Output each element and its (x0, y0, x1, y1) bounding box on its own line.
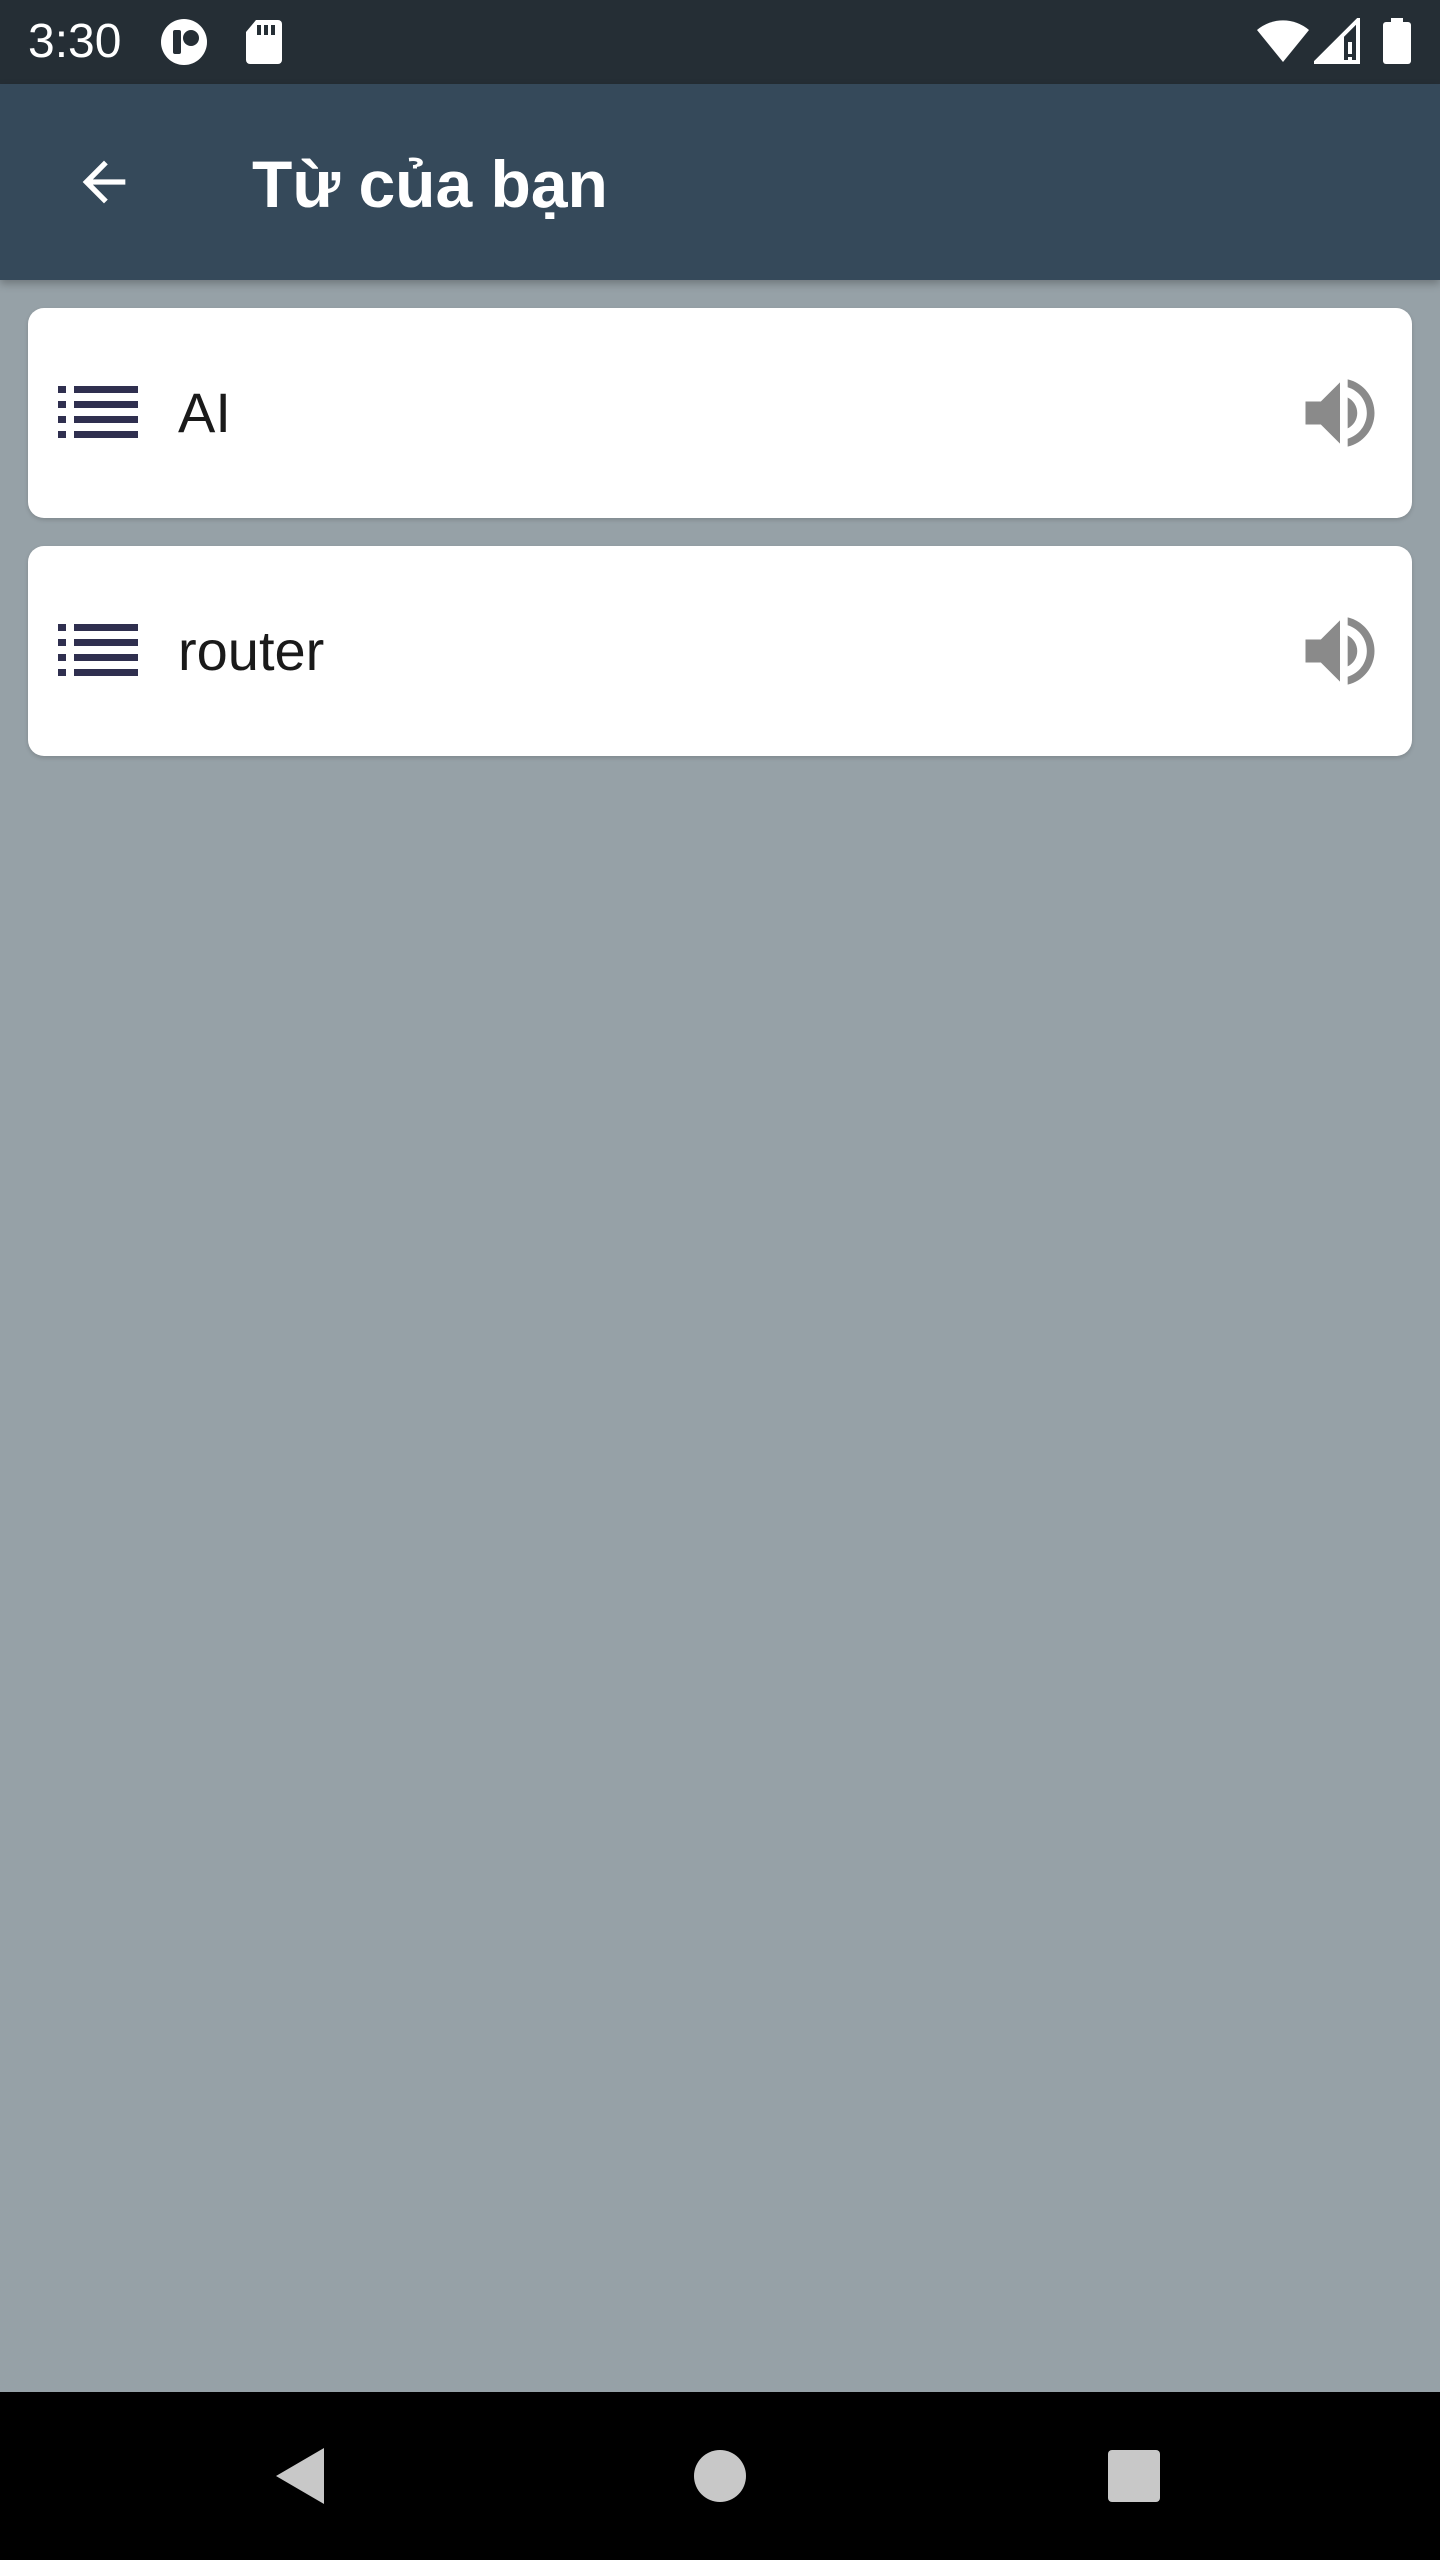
word-text: AI (178, 381, 231, 444)
back-triangle-icon (276, 2448, 324, 2504)
status-time: 3:30 (28, 15, 122, 68)
word-item-ai[interactable]: AI (28, 308, 1412, 518)
system-navigation-bar (0, 2392, 1440, 2560)
recents-square-icon (1108, 2450, 1160, 2502)
app-notification-icon (160, 18, 212, 66)
volume-up-icon (1305, 617, 1375, 685)
home-circle-icon (694, 2450, 746, 2502)
back-button[interactable] (44, 122, 164, 242)
nav-recents-button[interactable] (1084, 2426, 1184, 2526)
word-text: router (178, 619, 325, 682)
word-item-router[interactable]: router (28, 546, 1412, 756)
speaker-button[interactable] (1290, 363, 1390, 463)
speaker-button[interactable] (1290, 601, 1390, 701)
list-icon (58, 384, 138, 440)
battery-icon (1382, 18, 1412, 64)
app-bar: Từ của bạn (0, 84, 1440, 280)
cellular-signal-icon (1311, 15, 1360, 64)
arrow-back-icon (82, 160, 126, 204)
nav-home-button[interactable] (670, 2426, 770, 2526)
word-list: AI router (28, 308, 1412, 784)
nav-back-button[interactable] (250, 2426, 350, 2526)
status-bar: 3:30 (0, 0, 1440, 84)
sd-card-icon (244, 18, 296, 66)
page-title: Từ của bạn (252, 147, 608, 221)
volume-up-icon (1305, 379, 1375, 447)
wifi-icon (1256, 18, 1310, 64)
list-icon (58, 622, 138, 678)
